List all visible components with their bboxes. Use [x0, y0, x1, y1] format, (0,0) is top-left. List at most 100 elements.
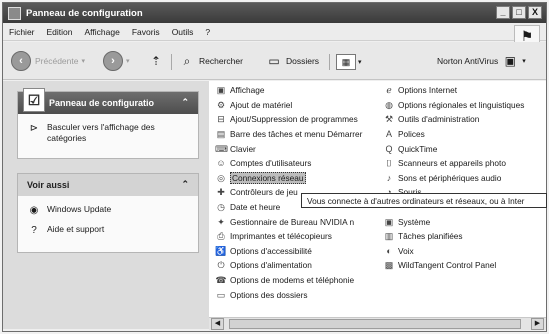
switch-category-view-label: Basculer vers l'affichage des catégories: [47, 122, 155, 143]
control-panel-box: ☑ Panneau de configuratio ⌃ ⊳ Basculer v…: [17, 88, 199, 159]
forward-button[interactable]: › ▾: [103, 51, 130, 71]
item-sons-audio[interactable]: ♪ Sons et périphériques audio: [383, 171, 524, 186]
hardware-icon: ⚙: [216, 99, 226, 110]
horizontal-scrollbar[interactable]: ◀ ▶: [209, 317, 546, 330]
wildtangent-icon: ▩: [384, 260, 394, 271]
title-bar[interactable]: Panneau de configuration _ □ X: [3, 3, 546, 23]
help-icon: ?: [31, 225, 37, 236]
switch-category-view-link[interactable]: ⊳ Basculer vers l'affichage des catégori…: [27, 122, 190, 144]
collapse-chevron-icon[interactable]: ⌃: [181, 179, 189, 190]
item-options-regionales[interactable]: ◍ Options régionales et linguistiques: [383, 98, 524, 113]
up-folder-button[interactable]: ⇡: [148, 53, 168, 69]
back-dropdown-icon[interactable]: ▾: [81, 57, 85, 65]
help-support-link[interactable]: ? Aide et support: [27, 224, 190, 238]
item-modems-telephonie[interactable]: ☎ Options de modems et téléphonie: [215, 273, 362, 288]
menu-fichier[interactable]: Fichier: [9, 27, 35, 37]
windows-update-label: Windows Update: [47, 204, 112, 214]
item-voix[interactable]: ◐ Voix: [383, 244, 524, 259]
up-folder-icon: ⇡: [150, 54, 162, 68]
control-panel-icon: ☑: [23, 88, 45, 112]
item-barre-taches[interactable]: ▤ Barre des tâches et menu Démarrer: [215, 127, 363, 142]
norton-dropdown-icon[interactable]: ▾: [522, 57, 526, 65]
item-quicktime[interactable]: Q QuickTime: [383, 141, 524, 156]
voice-icon: ◐: [386, 245, 392, 256]
modem-icon: ☎: [215, 275, 227, 286]
admin-tools-icon: ⚒: [384, 114, 394, 125]
item-alimentation[interactable]: ⏻ Options d'alimentation: [215, 258, 362, 273]
norton-antivirus-label: Norton AntiVirus: [437, 56, 499, 66]
gamepad-icon: ✚: [217, 187, 225, 198]
speaker-icon: ♪: [386, 172, 392, 183]
menu-edition[interactable]: Edition: [47, 27, 73, 37]
folders-button[interactable]: ▭ Dossiers: [266, 53, 319, 69]
help-support-label: Aide et support: [47, 224, 105, 234]
toolbar: ‹ Précédente ▾ › ▾ ⇡ ⌕ Rechercher ▭ Doss…: [3, 42, 546, 80]
printer-icon: ⎙: [217, 231, 225, 242]
search-icon: ⌕: [183, 54, 191, 68]
quicktime-icon: Q: [385, 143, 393, 154]
toolbar-separator: [329, 54, 330, 70]
folder-options-icon: ▭: [216, 289, 226, 300]
item-taches-planifiees[interactable]: ▥ Tâches planifiées: [383, 229, 524, 244]
item-polices[interactable]: A Polices: [383, 127, 524, 142]
clock-icon: ◷: [217, 202, 225, 213]
maximize-button[interactable]: □: [512, 6, 526, 19]
minimize-button[interactable]: _: [496, 6, 510, 19]
close-button[interactable]: X: [528, 6, 542, 19]
accessibility-icon: ♿: [215, 245, 227, 256]
display-icon: ▣: [216, 85, 226, 96]
programs-icon: ⊟: [217, 114, 225, 125]
folders-label: Dossiers: [286, 56, 320, 66]
scroll-right-icon[interactable]: ▶: [531, 318, 544, 330]
item-wildtangent[interactable]: ▩ WildTangent Control Panel: [383, 258, 524, 273]
system-icon: ▣: [384, 216, 394, 227]
collapse-chevron-icon[interactable]: ⌃: [181, 97, 189, 108]
item-ajout-materiel[interactable]: ⚙ Ajout de matériel: [215, 98, 362, 113]
see-also-box: Voir aussi ⌃ ◉ Windows Update ? Aide et …: [17, 173, 199, 253]
fonts-icon: A: [385, 129, 392, 140]
scroll-left-icon[interactable]: ◀: [211, 318, 224, 330]
item-scanneurs[interactable]: ⌷ Scanneurs et appareils photo: [383, 156, 524, 171]
menu-outils[interactable]: Outils: [172, 27, 194, 37]
item-options-dossiers[interactable]: ▭ Options des dossiers: [215, 287, 362, 302]
item-systeme[interactable]: ▣ Système: [383, 214, 524, 229]
windows-update-icon: ◉: [29, 205, 39, 216]
norton-antivirus-button[interactable]: Norton AntiVirus ▣ ▾: [437, 53, 526, 69]
forward-dropdown-icon[interactable]: ▾: [126, 57, 130, 65]
views-button[interactable]: ▦ ▾: [336, 54, 362, 70]
internet-icon: ℯ: [386, 85, 392, 96]
item-nvidia[interactable]: ✦ Gestionnaire de Bureau NVIDIA n: [215, 214, 362, 229]
window-title: Panneau de configuration: [26, 7, 143, 19]
item-clavier[interactable]: ⌨ Clavier: [215, 141, 362, 156]
nvidia-icon: ✦: [217, 216, 225, 227]
back-button[interactable]: ‹ Précédente ▾: [11, 51, 85, 71]
control-panel-box-header[interactable]: ☑ Panneau de configuratio ⌃: [18, 88, 198, 114]
menu-affichage[interactable]: Affichage: [85, 27, 120, 37]
see-also-title: Voir aussi: [27, 180, 70, 190]
control-panel-window: Panneau de configuration _ □ X Fichier E…: [2, 2, 547, 332]
item-comptes-utilisateurs[interactable]: ☺ Comptes d'utilisateurs: [215, 156, 362, 171]
scroll-thumb[interactable]: [229, 319, 521, 329]
see-also-body: ◉ Windows Update ? Aide et support: [18, 196, 198, 252]
item-accessibilite[interactable]: ♿ Options d'accessibilité: [215, 244, 362, 259]
see-also-header[interactable]: Voir aussi ⌃: [18, 174, 198, 196]
item-ajout-suppression-programmes[interactable]: ⊟ Ajout/Suppression de programmes: [215, 112, 362, 127]
item-outils-administration[interactable]: ⚒ Outils d'administration: [383, 112, 524, 127]
scanner-icon: ⌷: [386, 158, 392, 169]
category-view-icon: ⊳: [29, 123, 39, 134]
item-connexions-reseau[interactable]: ◎ Connexions réseau: [215, 171, 362, 186]
menu-help[interactable]: ?: [205, 27, 210, 37]
taskbar-icon: ▤: [216, 129, 226, 140]
item-affichage[interactable]: ▣ Affichage: [215, 83, 362, 98]
control-panel-box-body: ⊳ Basculer vers l'affichage des catégori…: [18, 114, 198, 158]
norton-icon: ▣: [504, 54, 516, 68]
keyboard-icon: ⌨: [215, 143, 228, 154]
users-icon: ☺: [216, 158, 226, 169]
item-options-internet[interactable]: ℯ Options Internet: [383, 83, 524, 98]
windows-update-link[interactable]: ◉ Windows Update: [27, 204, 190, 218]
forward-arrow-icon: ›: [103, 51, 123, 71]
item-imprimantes[interactable]: ⎙ Imprimantes et télécopieurs: [215, 229, 362, 244]
menu-favoris[interactable]: Favoris: [132, 27, 160, 37]
search-button[interactable]: ⌕ Rechercher: [179, 53, 243, 69]
toolbar-separator: [171, 54, 172, 70]
